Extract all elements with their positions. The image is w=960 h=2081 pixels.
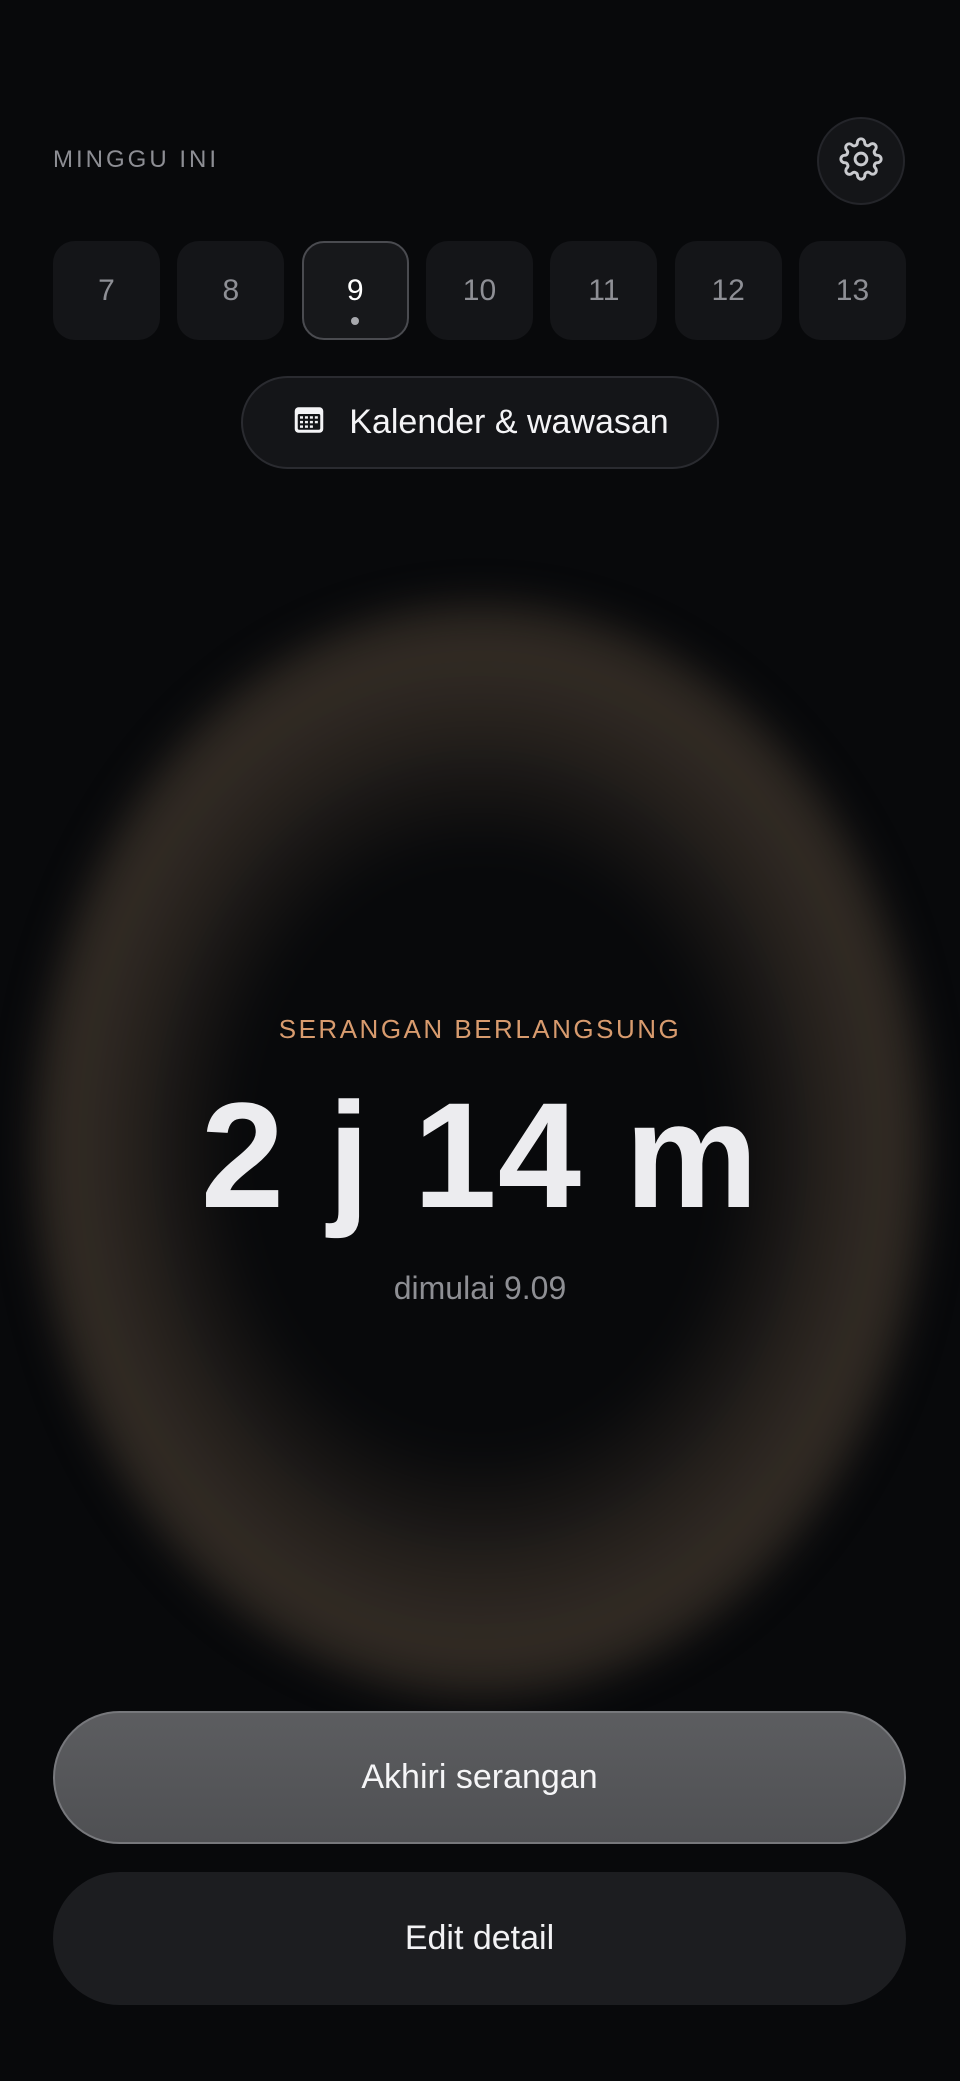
day-chip[interactable]: 13 — [798, 241, 906, 340]
day-chip[interactable]: 10 — [425, 241, 533, 340]
app-screen: MINGGU INI 7 8 9 10 11 12 13 Kalender & … — [0, 0, 960, 2081]
end-attack-label: Akhiri serangan — [361, 1758, 598, 1796]
today-dot-indicator — [351, 317, 360, 325]
week-day-strip: 7 8 9 10 11 12 13 — [53, 241, 906, 340]
day-chip[interactable]: 11 — [550, 241, 658, 340]
day-chip[interactable]: 7 — [53, 241, 160, 340]
attack-duration: 2 j 14 m — [200, 1071, 760, 1239]
edit-details-button[interactable]: Edit detail — [53, 1872, 906, 2005]
gear-icon — [839, 136, 883, 186]
settings-button[interactable] — [817, 117, 905, 205]
calendar-insights-label: Kalender & wawasan — [349, 403, 669, 441]
day-chip[interactable]: 8 — [177, 241, 285, 340]
end-attack-button[interactable]: Akhiri serangan — [53, 1711, 906, 1844]
calendar-icon — [291, 402, 327, 443]
edit-details-label: Edit detail — [404, 1919, 555, 1957]
attack-start-time: dimulai 9.09 — [393, 1270, 567, 1306]
calendar-insights-button[interactable]: Kalender & wawasan — [241, 376, 719, 469]
day-chip-selected[interactable]: 9 — [301, 241, 409, 340]
week-label: MINGGU INI — [53, 146, 219, 173]
attack-status-label: SERANGAN BERLANGSUNG — [278, 1014, 682, 1044]
day-chip[interactable]: 12 — [674, 241, 782, 340]
